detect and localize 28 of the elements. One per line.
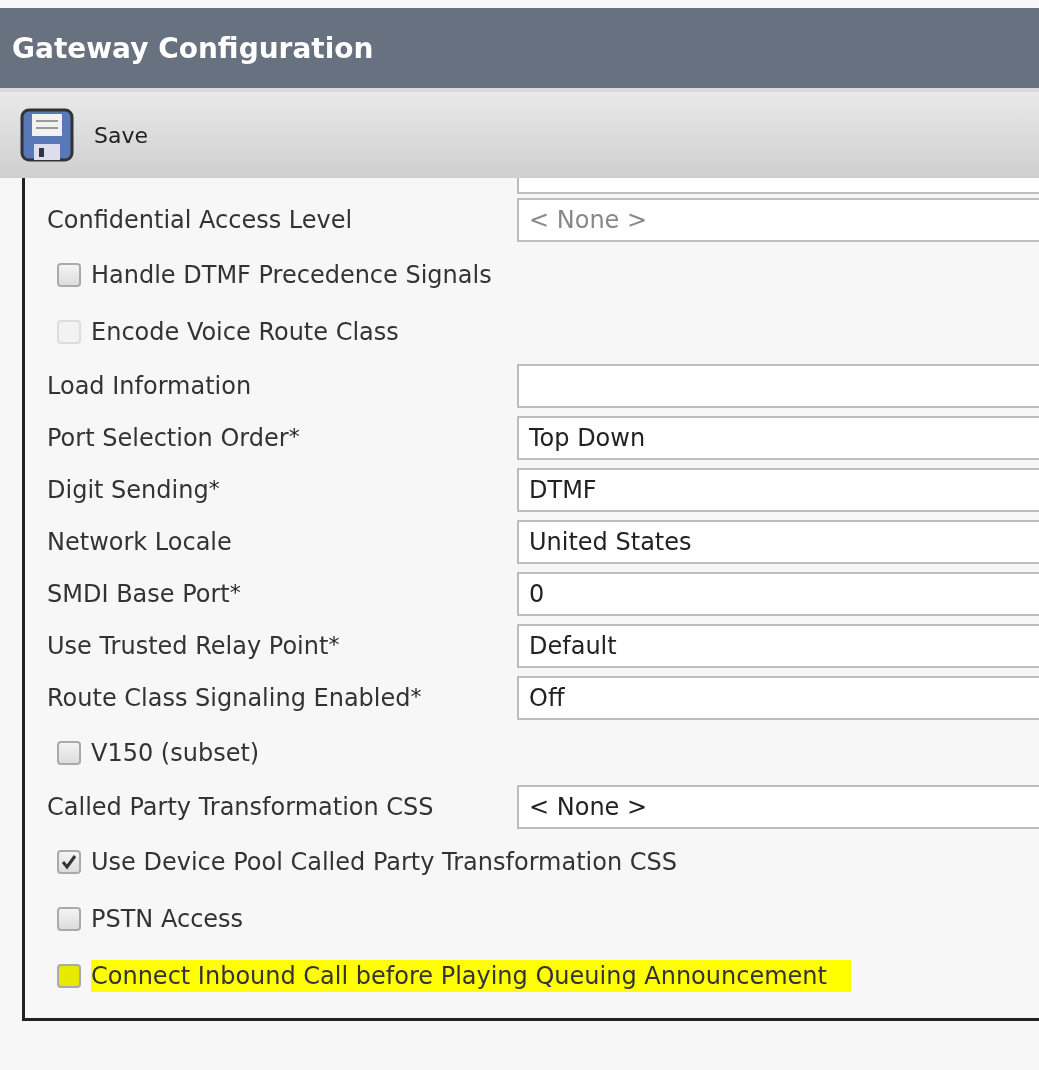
field-label: Load Information	[47, 372, 253, 400]
save-button[interactable]: Save	[20, 108, 148, 162]
field-label: Network Locale	[47, 528, 233, 556]
checkmark-icon	[61, 853, 77, 870]
checkbox[interactable]	[57, 262, 81, 287]
select-field[interactable]: < None >	[517, 785, 1039, 829]
checkbox[interactable]	[57, 906, 81, 931]
checkbox[interactable]	[57, 963, 81, 988]
input-field[interactable]	[517, 364, 1039, 408]
checkbox-label: Handle DTMF Precedence Signals	[91, 259, 493, 291]
checkbox[interactable]	[57, 849, 81, 874]
select-field[interactable]: DTMF	[517, 468, 1039, 512]
checkbox[interactable]	[57, 740, 81, 765]
select-field[interactable]	[517, 178, 1039, 194]
field-label: Called Party Transformation CSS	[47, 793, 435, 821]
checkbox-label: V150 (subset)	[91, 737, 261, 769]
checkbox-label: PSTN Access	[91, 903, 245, 935]
checkbox-label: Encode Voice Route Class	[91, 316, 400, 348]
select-field[interactable]: United States	[517, 520, 1039, 564]
window-title: Gateway Configuration	[0, 8, 1039, 92]
select-field[interactable]: Off	[517, 676, 1039, 720]
field-label: Confidential Access Level	[47, 206, 354, 234]
input-field[interactable]: 0	[517, 572, 1039, 616]
select-field[interactable]: Top Down	[517, 416, 1039, 460]
select-field[interactable]: < None >	[517, 198, 1039, 242]
checkbox-label: Use Device Pool Called Party Transformation CSS	[91, 846, 678, 878]
checkbox-label: Connect Inbound Call before Playing Queuing Announcement	[91, 959, 851, 992]
select-field[interactable]: Default	[517, 624, 1039, 668]
